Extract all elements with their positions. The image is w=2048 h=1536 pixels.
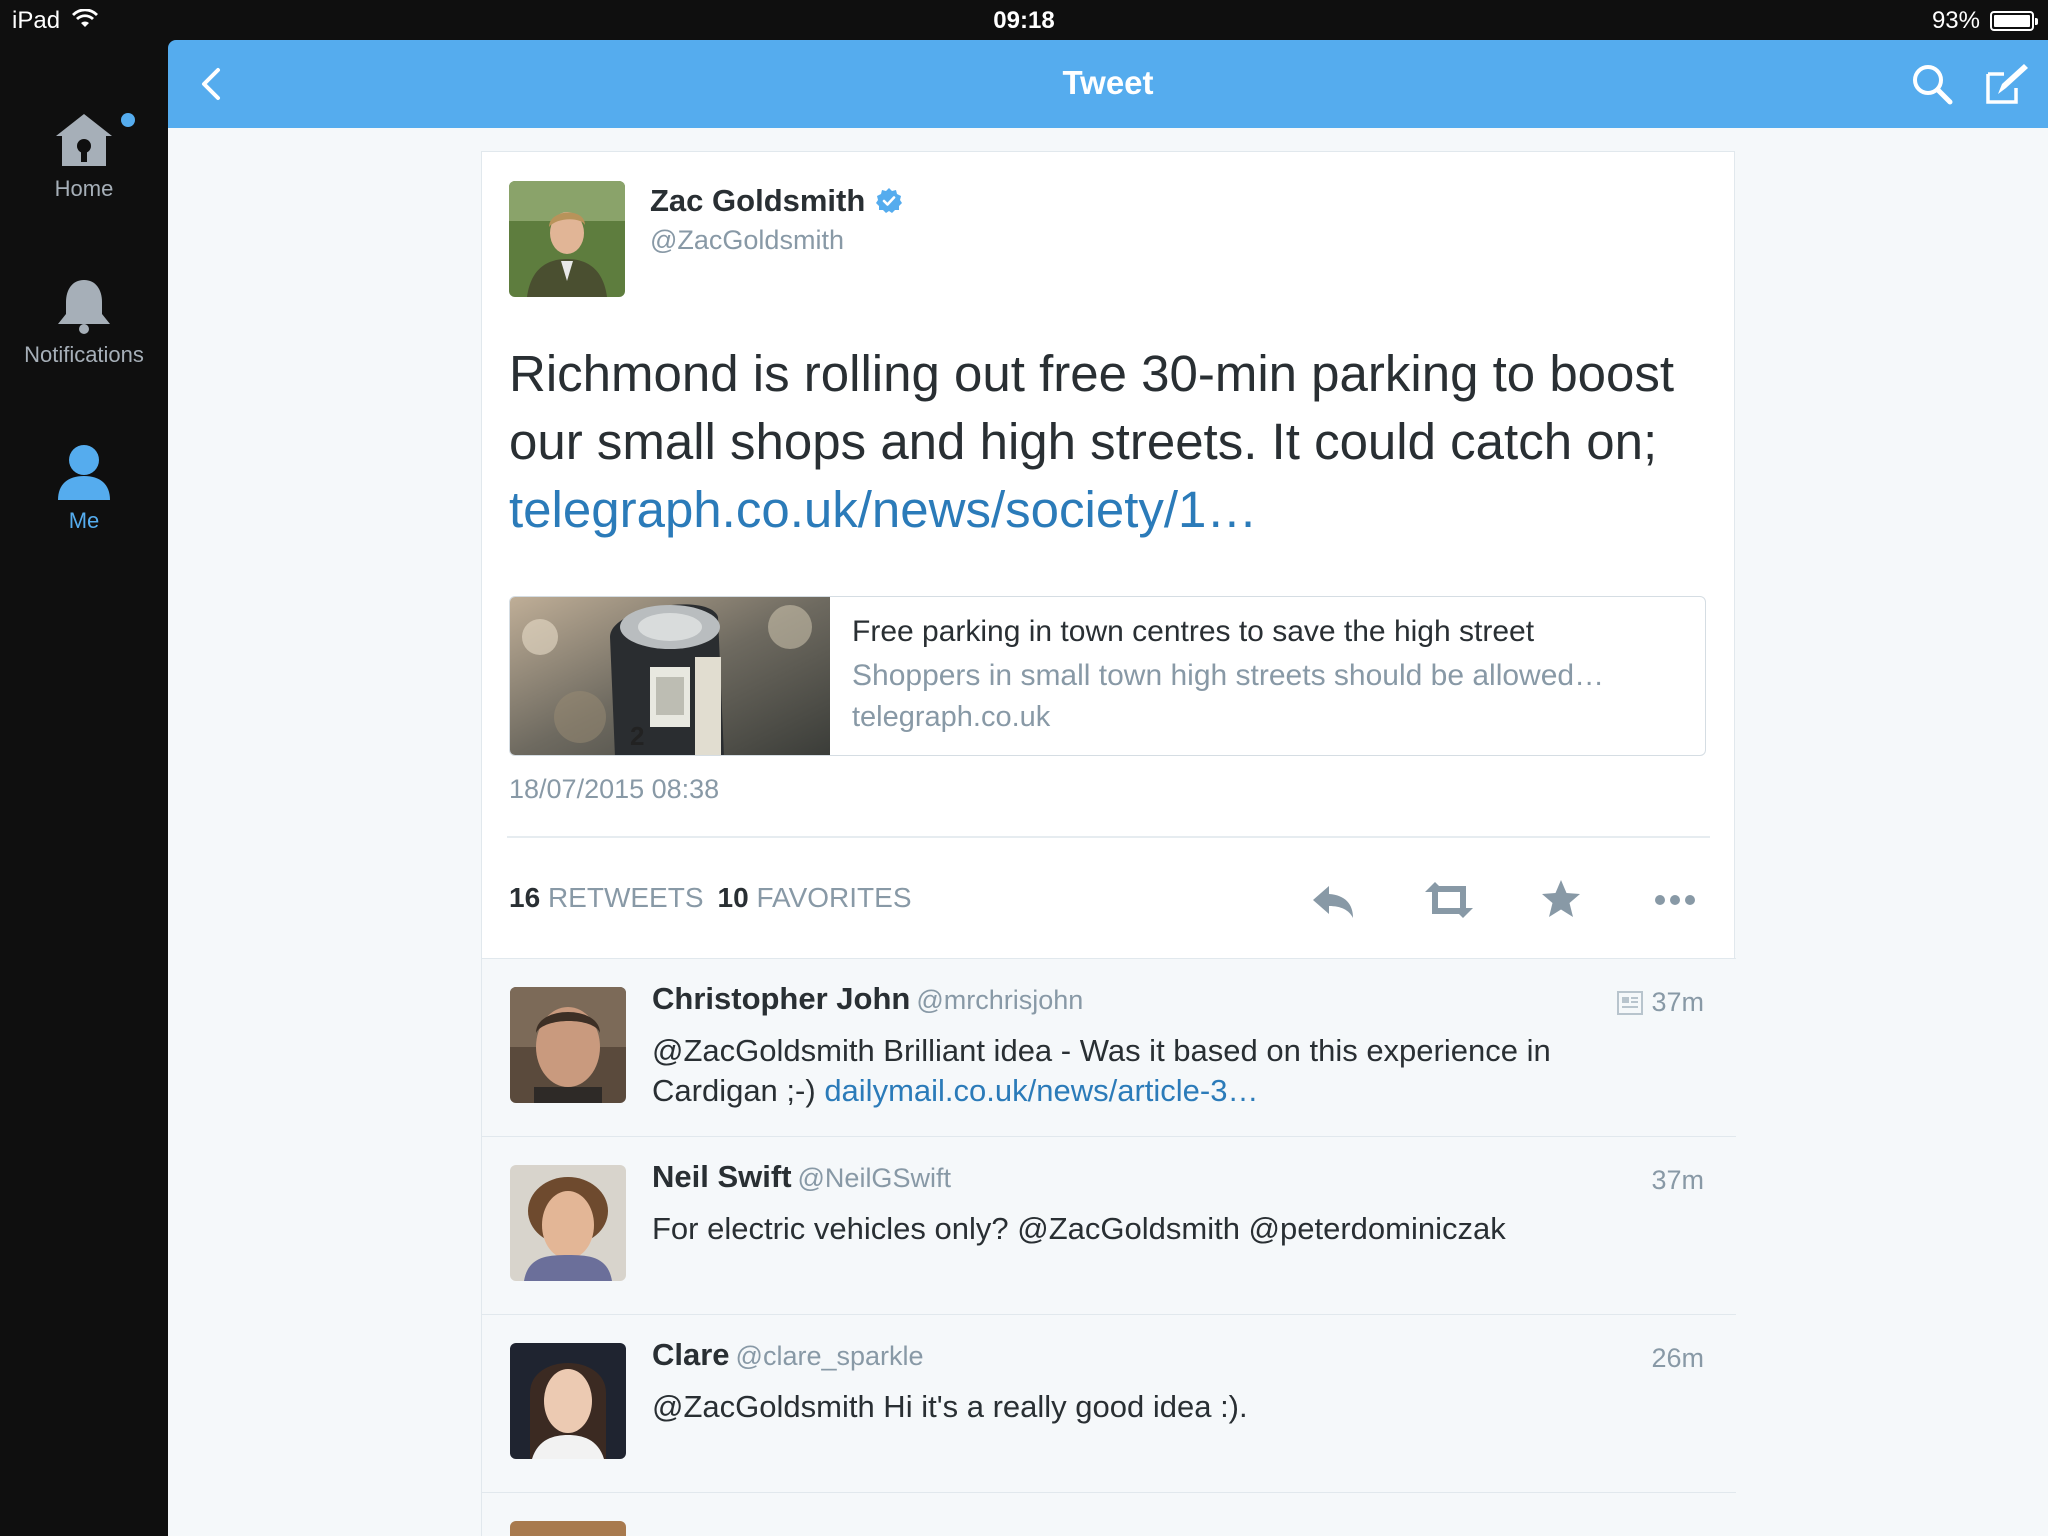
reply-item[interactable]: Neil Swift @NeilGSwift 37m For electric v…	[482, 1137, 1736, 1315]
reply-text-body: @ZacGoldsmith Hi it's a really good idea…	[652, 1389, 1248, 1424]
svg-text:2: 2	[630, 721, 644, 751]
reply-button[interactable]	[1307, 874, 1359, 926]
star-icon	[1542, 880, 1580, 917]
search-icon	[1913, 65, 1953, 105]
author-name-text: Zac Goldsmith	[650, 183, 866, 218]
home-icon	[56, 114, 112, 166]
avatar[interactable]	[510, 1165, 626, 1281]
page-title: Tweet	[1062, 64, 1154, 101]
status-bar: iPad 09:18 93%	[0, 0, 2048, 40]
author-handle[interactable]: @ZacGoldsmith	[650, 225, 844, 256]
reply-author-handle: @mrchrisjohn	[916, 985, 1084, 1015]
battery-percentage: 93%	[1931, 7, 1980, 34]
sidebar-item-home[interactable]: Home	[0, 110, 168, 202]
navigation-header: Tweet	[168, 40, 2048, 128]
author-name[interactable]: Zac Goldsmith	[650, 183, 903, 219]
reply-time-text: 37m	[1651, 987, 1704, 1017]
reply-time: 26m	[1651, 1343, 1704, 1374]
more-options-button[interactable]	[1649, 874, 1701, 926]
reply-time-text: 37m	[1651, 1165, 1704, 1195]
compose-icon	[1986, 64, 2028, 104]
reply-time: 37m	[1617, 987, 1704, 1018]
reply-text: @ZacGoldsmith Hi it's a really good idea…	[652, 1387, 1652, 1427]
clock: 09:18	[993, 7, 1055, 34]
reply-author[interactable]: Neil Swift @NeilGSwift	[652, 1159, 951, 1195]
tweet-card: Zac Goldsmith @ZacGoldsmith Richmond is …	[481, 151, 1736, 1536]
reply-text-body: For electric vehicles only? @ZacGoldsmit…	[652, 1211, 1506, 1246]
avatar[interactable]	[509, 181, 625, 297]
reply-icon	[1313, 886, 1353, 918]
retweet-button[interactable]	[1421, 874, 1473, 926]
link-card-description: Shoppers in small town high streets shou…	[852, 659, 1605, 692]
avatar[interactable]	[510, 1343, 626, 1459]
compose-button[interactable]	[1982, 60, 2030, 108]
tweet-body: Richmond is rolling out free 30-min park…	[509, 340, 1709, 544]
reply-time: 37m	[1651, 1165, 1704, 1196]
sidebar-item-notifications[interactable]: Notifications	[0, 276, 168, 368]
reply-author-handle: @clare_sparkle	[735, 1341, 924, 1371]
link-card-title: Free parking in town centres to save the…	[852, 615, 1535, 648]
tweet-detail-view: Zac Goldsmith @ZacGoldsmith Richmond is …	[168, 128, 2048, 1536]
link-card-domain: telegraph.co.uk	[852, 701, 1051, 733]
battery-icon	[1990, 11, 2038, 31]
reply-item-partial[interactable]	[482, 1493, 1736, 1536]
replies-list: Christopher John @mrchrisjohn 37m @ZacGol…	[482, 958, 1736, 1536]
link-preview-card[interactable]: 2 Free parking in town centres to save t…	[509, 596, 1706, 756]
reply-text: For electric vehicles only? @ZacGoldsmit…	[652, 1209, 1652, 1249]
link-thumbnail: 2	[510, 597, 830, 755]
avatar[interactable]	[510, 1521, 626, 1536]
tweet-link[interactable]: telegraph.co.uk/news/society/1…	[509, 481, 1257, 538]
sidebar-item-label: Notifications	[24, 342, 144, 367]
favorite-button[interactable]	[1535, 874, 1587, 926]
tweet-actions	[482, 868, 1736, 928]
reply-author-name: Clare	[652, 1337, 730, 1372]
tweet-text: Richmond is rolling out free 30-min park…	[509, 345, 1675, 470]
reply-author-name: Neil Swift	[652, 1159, 792, 1194]
reply-time-text: 26m	[1651, 1343, 1704, 1373]
reply-author-handle: @NeilGSwift	[797, 1163, 951, 1193]
more-icon	[1655, 895, 1695, 905]
reply-item[interactable]: Clare @clare_sparkle 26m @ZacGoldsmith Hi…	[482, 1315, 1736, 1493]
verified-badge-icon	[876, 188, 903, 213]
reply-link[interactable]: dailymail.co.uk/news/article-3…	[824, 1073, 1258, 1108]
sidebar: Home Notifications Me	[0, 40, 168, 1536]
reply-item[interactable]: Christopher John @mrchrisjohn 37m @ZacGol…	[482, 959, 1736, 1137]
retweet-icon	[1425, 882, 1473, 918]
reply-text: @ZacGoldsmith Brilliant idea - Was it ba…	[652, 1031, 1652, 1111]
reply-author[interactable]: Clare @clare_sparkle	[652, 1337, 924, 1373]
search-button[interactable]	[1908, 60, 1956, 108]
card-summary-icon	[1617, 990, 1644, 1015]
tweet-timestamp: 18/07/2015 08:38	[509, 774, 720, 804]
reply-author-name: Christopher John	[652, 981, 911, 1016]
sidebar-item-me[interactable]: Me	[0, 442, 168, 534]
unread-indicator	[121, 113, 135, 127]
sidebar-item-label: Home	[54, 176, 114, 201]
person-icon	[58, 445, 110, 500]
reply-author[interactable]: Christopher John @mrchrisjohn	[652, 981, 1083, 1017]
divider	[507, 836, 1710, 838]
bell-icon	[58, 280, 110, 334]
avatar[interactable]	[510, 987, 626, 1103]
sidebar-item-label: Me	[68, 508, 100, 533]
